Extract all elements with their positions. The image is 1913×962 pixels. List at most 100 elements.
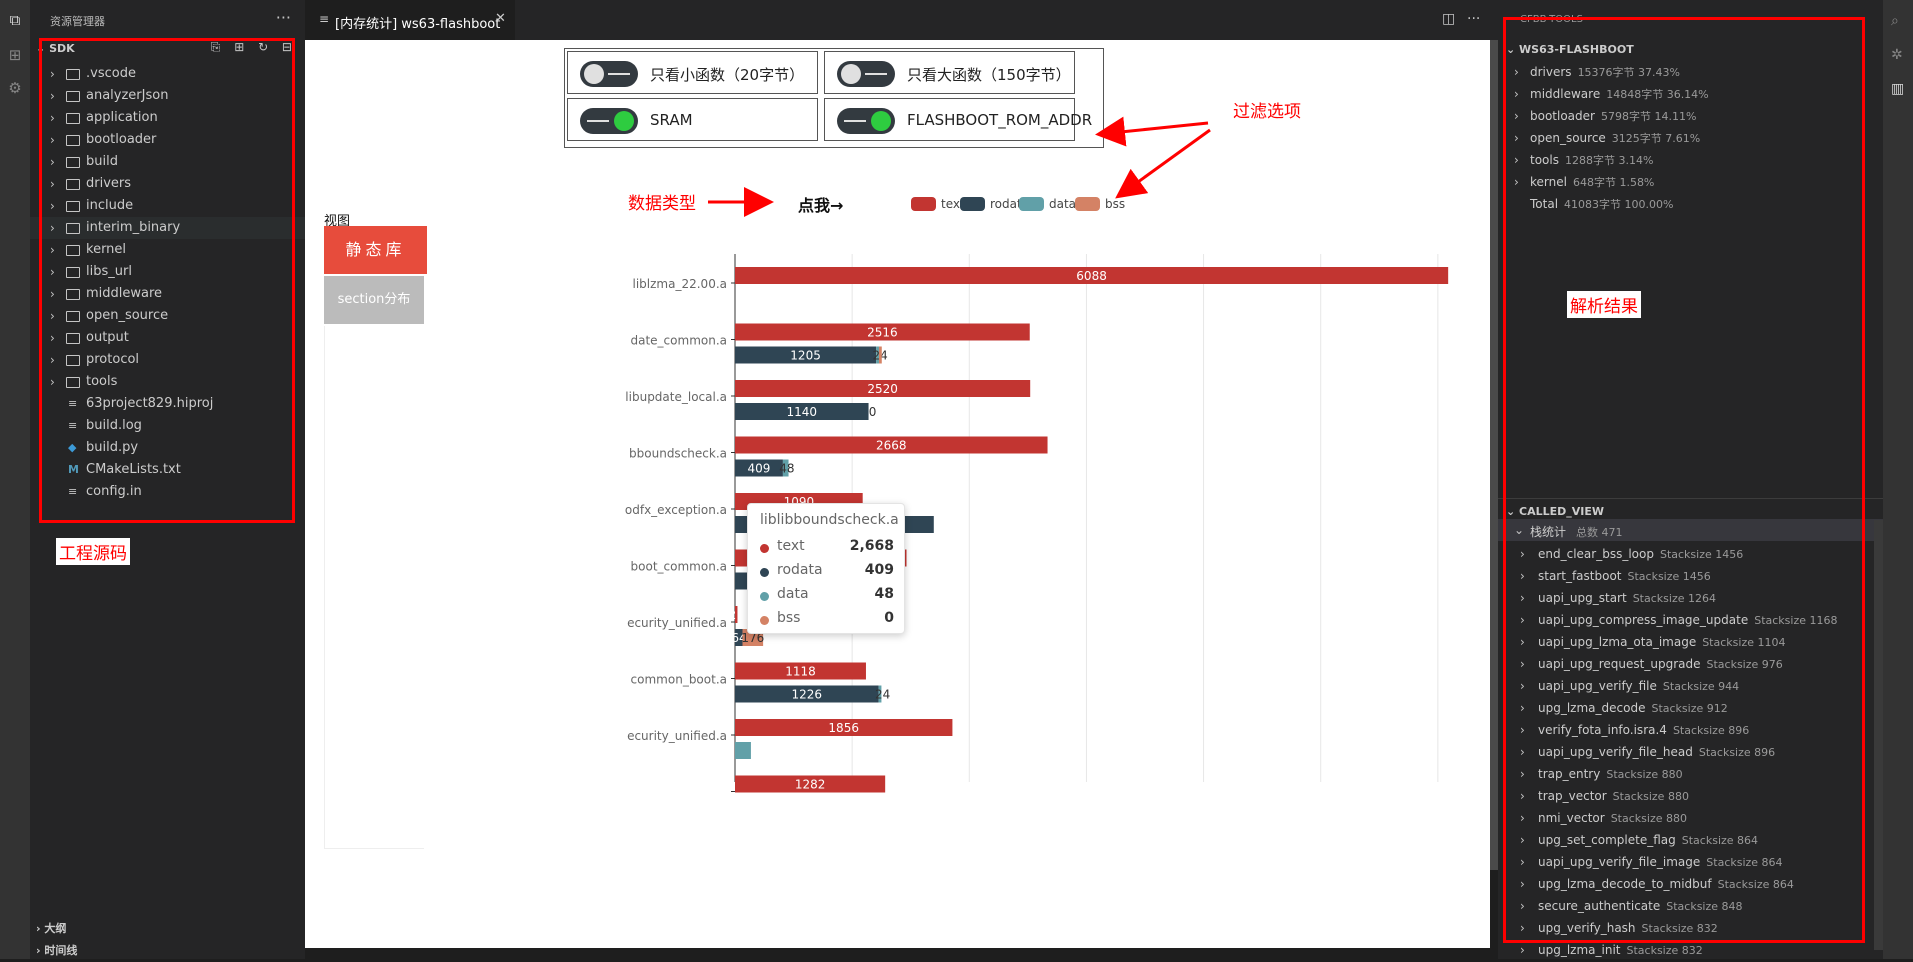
tree-item-analyzerjson[interactable]: › analyzerJson — [30, 85, 305, 107]
tree-item-build-py[interactable]: ◆ build.py — [30, 437, 305, 459]
tab-memory-stats[interactable]: ≡ [内存统计] ws63-flashboot ✕ — [305, 0, 515, 40]
chevron-right-icon: › — [1520, 789, 1525, 803]
tree-item-63project829-hiproj[interactable]: ≡ 63project829.hiproj — [30, 393, 305, 415]
filter-large-functions[interactable]: 只看大函数（150字节） — [824, 51, 1075, 94]
filter-flashboot[interactable]: FLASHBOOT_ROM_ADDR — [824, 98, 1092, 141]
call-item[interactable]: › secure_authenticate Stacksize 848 — [1498, 895, 1883, 917]
data-label: 409 — [748, 462, 771, 476]
result-item-kernel[interactable]: › kernel 648字节 1.58% — [1498, 171, 1883, 193]
call-item[interactable]: › uapi_upg_request_upgrade Stacksize 976 — [1498, 653, 1883, 675]
tree-item-libs-url[interactable]: › libs_url — [30, 261, 305, 283]
chart-icon[interactable]: ▥ — [1891, 82, 1905, 96]
call-item[interactable]: › uapi_upg_compress_image_update Stacksize… — [1498, 609, 1883, 631]
result-item-meta: 14848字节 36.14% — [1606, 88, 1709, 101]
tree-item-protocol[interactable]: › protocol — [30, 349, 305, 371]
stack-stats-row[interactable]: ⌄ 栈统计 总数 471 — [1498, 519, 1883, 541]
call-item[interactable]: › upg_lzma_decode Stacksize 912 — [1498, 697, 1883, 719]
filter-sram[interactable]: SRAM — [567, 98, 818, 141]
call-item-stacksize: Stacksize 944 — [1662, 680, 1740, 693]
tree-item-middleware[interactable]: › middleware — [30, 283, 305, 305]
filter-small-functions[interactable]: 只看小函数（20字节） — [567, 51, 818, 94]
chevron-right-icon: › — [50, 221, 55, 235]
section-distribution-button[interactable]: section分布 — [324, 276, 424, 324]
tree-item-interim-binary[interactable]: › interim_binary — [30, 217, 305, 239]
call-item[interactable]: › end_clear_bss_loop Stacksize 1456 — [1498, 543, 1883, 565]
tree-item-bootloader[interactable]: › bootloader — [30, 129, 305, 151]
close-icon[interactable]: ✕ — [495, 11, 506, 26]
tree-item-build-log[interactable]: ≡ build.log — [30, 415, 305, 437]
tree-item-open-source[interactable]: › open_source — [30, 305, 305, 327]
extensions-icon[interactable]: ⊞ — [7, 47, 23, 63]
called-view-section[interactable]: ⌄ CALLED_VIEW — [1506, 505, 1604, 518]
stack-title: 栈统计 — [1530, 525, 1567, 539]
data-label: 1226 — [792, 688, 823, 702]
file-tree: › .vscode › analyzerJson › application › bootlo… — [30, 63, 305, 503]
call-item[interactable]: › trap_vector Stacksize 880 — [1498, 785, 1883, 807]
call-item[interactable]: › start_fastboot Stacksize 1456 — [1498, 565, 1883, 587]
call-item[interactable]: › uapi_upg_verify_file_head Stacksize 896 — [1498, 741, 1883, 763]
call-item[interactable]: › upg_verify_hash Stacksize 832 — [1498, 917, 1883, 939]
result-item-total[interactable]: Total 41083字节 100.00% — [1498, 193, 1883, 215]
legend-label: bss — [1105, 197, 1126, 211]
split-editor-icon[interactable]: ◫ — [1442, 11, 1455, 27]
call-item[interactable]: › trap_entry Stacksize 880 — [1498, 763, 1883, 785]
tree-item-application[interactable]: › application — [30, 107, 305, 129]
more-actions-icon[interactable]: ··· — [276, 8, 291, 27]
toggle-sram[interactable] — [580, 108, 638, 134]
bar-chart[interactable]: liblzma_22.00.a 6088 0 date_common.a 2516 120… — [445, 254, 1490, 822]
result-item-tools[interactable]: › tools 1288字节 3.14% — [1498, 149, 1883, 171]
chevron-right-icon: › — [1514, 65, 1519, 79]
toggle-small-functions[interactable] — [580, 61, 638, 87]
call-item-name: nmi_vector — [1538, 811, 1605, 825]
series-dot — [760, 616, 769, 625]
result-item-name: middleware — [1530, 87, 1601, 101]
toggle-flashboot[interactable] — [837, 108, 895, 134]
toggle-large-functions[interactable] — [837, 61, 895, 87]
ws63-flashboot-section[interactable]: ⌄ WS63-FLASHBOOT — [1506, 43, 1634, 56]
tree-item--vscode[interactable]: › .vscode — [30, 63, 305, 85]
call-item[interactable]: › upg_lzma_init Stacksize 832 — [1498, 939, 1883, 961]
result-item-drivers[interactable]: › drivers 15376字节 37.43% — [1498, 61, 1883, 83]
explorer-icon[interactable]: ⧉ — [7, 12, 23, 28]
call-item[interactable]: › upg_set_complete_flag Stacksize 864 — [1498, 829, 1883, 851]
category-label: boot_common.a — [631, 560, 727, 574]
tree-item-build[interactable]: › build — [30, 151, 305, 173]
tree-item-tools[interactable]: › tools — [30, 371, 305, 393]
chevron-right-icon: › — [1520, 547, 1525, 561]
search-icon[interactable]: ⌕ — [1891, 14, 1905, 28]
tree-item-cmakelists-txt[interactable]: M CMakeLists.txt — [30, 459, 305, 481]
call-item[interactable]: › verify_fota_info.isra.4 Stacksize 896 — [1498, 719, 1883, 741]
tree-item-output[interactable]: › output — [30, 327, 305, 349]
more-actions-icon[interactable]: ··· — [1467, 11, 1480, 27]
call-item[interactable]: › uapi_upg_start Stacksize 1264 — [1498, 587, 1883, 609]
python-file-icon: ◆ — [68, 441, 77, 454]
tree-item-drivers[interactable]: › drivers — [30, 173, 305, 195]
tree-item-config-in[interactable]: ≡ config.in — [30, 481, 305, 503]
static-lib-button[interactable]: 静态库 — [324, 226, 427, 274]
chevron-right-icon: › — [1520, 833, 1525, 847]
result-item-name: tools — [1530, 153, 1559, 167]
settings-gear-icon[interactable]: ⚙ — [7, 80, 23, 96]
call-item[interactable]: › uapi_upg_verify_file Stacksize 944 — [1498, 675, 1883, 697]
result-item-open_source[interactable]: › open_source 3125字节 7.61% — [1498, 127, 1883, 149]
activity-bar: ⧉ ⊞ ⚙ — [0, 0, 30, 959]
call-view-scrollbar[interactable] — [1874, 520, 1883, 950]
debug-icon[interactable]: ✲ — [1891, 48, 1905, 62]
call-item[interactable]: › nmi_vector Stacksize 880 — [1498, 807, 1883, 829]
data-label: 2668 — [876, 439, 907, 453]
legend-click-hint[interactable]: 点我→ — [798, 192, 843, 216]
call-item[interactable]: › upg_lzma_decode_to_midbuf Stacksize 864 — [1498, 873, 1883, 895]
outline-section[interactable]: › 大纲 — [36, 920, 66, 936]
result-item-bootloader[interactable]: › bootloader 5798字节 14.11% — [1498, 105, 1883, 127]
chevron-right-icon: › — [1520, 679, 1525, 693]
result-item-middleware[interactable]: › middleware 14848字节 36.14% — [1498, 83, 1883, 105]
call-item[interactable]: › uapi_upg_lzma_ota_image Stacksize 1104 — [1498, 631, 1883, 653]
tree-item-include[interactable]: › include — [30, 195, 305, 217]
tree-item-kernel[interactable]: › kernel — [30, 239, 305, 261]
explorer-toolbar-icons[interactable]: ⎘ ⊞ ↻ ⊟ — [211, 40, 297, 55]
timeline-section[interactable]: › 时间线 — [36, 942, 77, 958]
webview-scrollbar[interactable] — [1490, 40, 1498, 870]
sdk-root[interactable]: ⌄ SDK — [36, 42, 75, 55]
call-item[interactable]: › uapi_upg_verify_file_image Stacksize 864 — [1498, 851, 1883, 873]
chevron-right-icon: › — [1520, 811, 1525, 825]
